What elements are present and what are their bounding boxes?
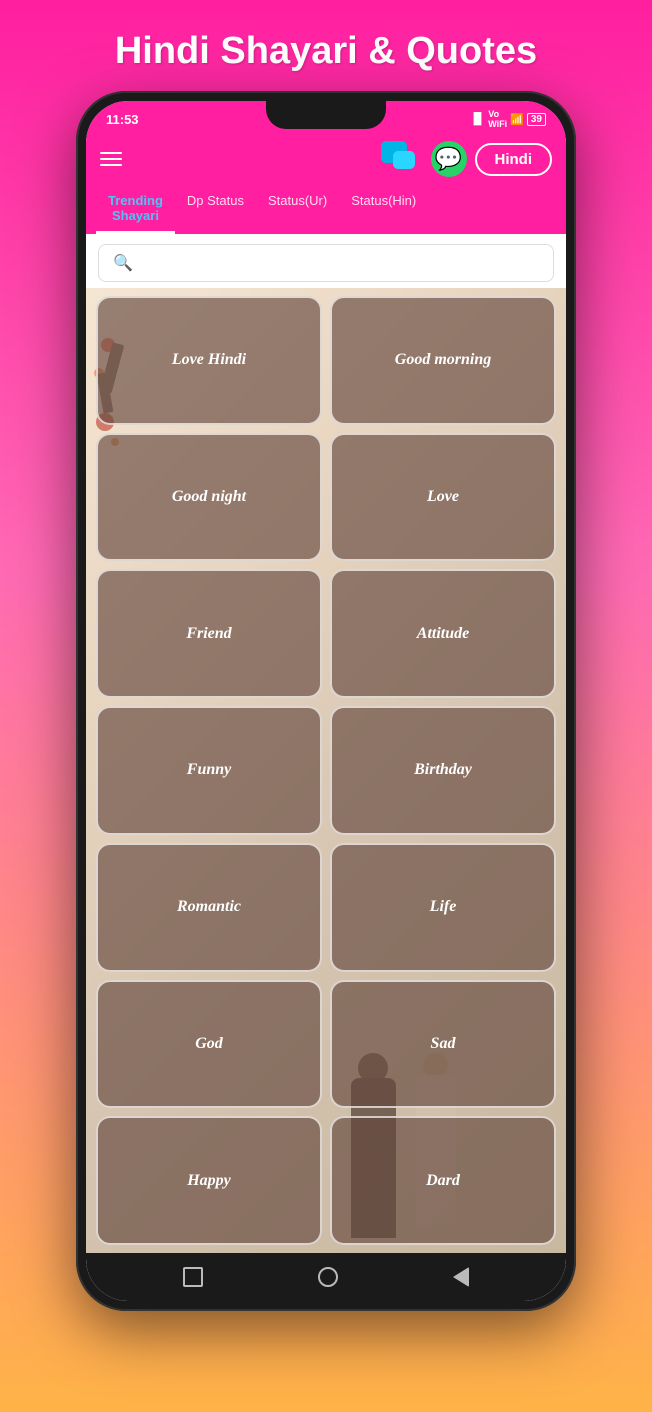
vo-wifi-label: VoWiFi	[488, 109, 507, 129]
category-romantic[interactable]: Romantic	[96, 843, 322, 972]
nav-home-button[interactable]	[318, 1267, 338, 1287]
tab-status-ur[interactable]: Status(Ur)	[256, 185, 339, 234]
search-icon: 🔍	[113, 253, 133, 273]
tab-trending-shayari[interactable]: Trending Shayari	[96, 185, 175, 234]
category-sad[interactable]: Sad	[330, 980, 556, 1109]
phone-screen: 11:53 ▐▌ VoWiFi 📶 39	[86, 101, 566, 1301]
search-bar[interactable]: 🔍	[98, 244, 554, 282]
nav-square-button[interactable]	[183, 1267, 203, 1287]
category-happy[interactable]: Happy	[96, 1116, 322, 1245]
status-icons: ▐▌ VoWiFi 📶 39	[470, 109, 546, 129]
category-love[interactable]: Love	[330, 433, 556, 562]
status-time: 11:53	[106, 112, 139, 127]
signal-icon: ▐▌	[470, 113, 486, 125]
category-attitude[interactable]: Attitude	[330, 569, 556, 698]
category-grid: Love Hindi Good morning Good night Love …	[86, 288, 566, 1253]
hamburger-line-2	[100, 158, 122, 160]
tab-bar: Trending Shayari Dp Status Status(Ur) St…	[86, 185, 566, 234]
category-funny[interactable]: Funny	[96, 706, 322, 835]
whatsapp-icon[interactable]: 💬	[431, 141, 467, 177]
tab-dp-status[interactable]: Dp Status	[175, 185, 256, 234]
page-title: Hindi Shayari & Quotes	[115, 30, 537, 73]
hindi-button[interactable]: Hindi	[475, 143, 553, 176]
phone-frame: 11:53 ▐▌ VoWiFi 📶 39	[76, 91, 576, 1311]
hamburger-line-3	[100, 164, 122, 166]
category-good-morning[interactable]: Good morning	[330, 296, 556, 425]
app-header: 💬 Hindi	[86, 133, 566, 185]
category-good-night[interactable]: Good night	[96, 433, 322, 562]
category-dard[interactable]: Dard	[330, 1116, 556, 1245]
header-icons: 💬 Hindi	[381, 141, 553, 177]
category-birthday[interactable]: Birthday	[330, 706, 556, 835]
category-god[interactable]: God	[96, 980, 322, 1109]
hamburger-menu[interactable]	[100, 152, 122, 166]
hamburger-line-1	[100, 152, 122, 154]
search-input[interactable]	[141, 255, 539, 271]
tab-status-hin[interactable]: Status(Hin)	[339, 185, 428, 234]
phone-nav-bar	[86, 1253, 566, 1301]
category-love-hindi[interactable]: Love Hindi	[96, 296, 322, 425]
notch	[266, 101, 386, 129]
category-friend[interactable]: Friend	[96, 569, 322, 698]
content-area: Love Hindi Good morning Good night Love …	[86, 288, 566, 1253]
battery-icon: 39	[527, 113, 546, 126]
chat-icon[interactable]	[381, 141, 423, 177]
nav-back-button[interactable]	[453, 1267, 469, 1287]
category-life[interactable]: Life	[330, 843, 556, 972]
wifi-icon: 📶	[510, 113, 524, 126]
